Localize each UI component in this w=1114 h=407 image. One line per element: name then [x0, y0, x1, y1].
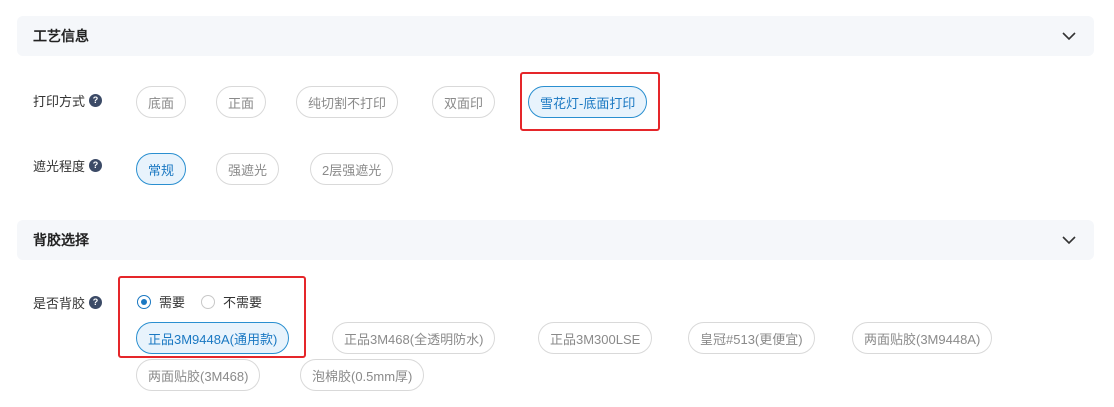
print-option-front[interactable]: 正面 [216, 86, 267, 118]
adhesive-label-text: 是否背胶 [33, 296, 86, 311]
section-title: 背胶选择 [33, 232, 89, 248]
radio-checked-icon[interactable] [137, 294, 151, 309]
shading-option-normal[interactable]: 常规 [136, 153, 187, 185]
radio-need[interactable]: 需要 [137, 292, 185, 311]
help-icon[interactable]: ? [89, 159, 103, 172]
shading-option-double-strong[interactable]: 2层强遮光 [310, 153, 394, 185]
adhesive-option-double-3m468[interactable]: 两面贴胶(3M468) [136, 359, 261, 391]
radio-not-need[interactable]: 不需要 [201, 292, 262, 311]
adhesive-row: 是否背胶 ? [33, 293, 136, 312]
adhesive-option-3m468[interactable]: 正品3M468(全透明防水) [332, 322, 496, 354]
chevron-down-icon[interactable] [1060, 27, 1078, 45]
print-option-snowflake[interactable]: 雪花灯-底面打印 [528, 86, 648, 118]
radio-not-need-label: 不需要 [223, 295, 263, 310]
shading-label: 遮光程度 ? [33, 156, 136, 175]
chevron-down-icon[interactable] [1060, 231, 1078, 249]
shading-row: 遮光程度 ? [33, 156, 136, 175]
radio-need-label: 需要 [159, 295, 186, 310]
adhesive-label: 是否背胶 ? [33, 293, 136, 312]
adhesive-option-3m300lse[interactable]: 正品3M300LSE [538, 322, 653, 354]
help-icon[interactable]: ? [89, 296, 103, 309]
print-mode-row: 打印方式 ? [33, 91, 136, 110]
print-option-bottom[interactable]: 底面 [136, 86, 187, 118]
adhesive-option-3m9448a[interactable]: 正品3M9448A(通用款) [136, 322, 290, 354]
section-title: 工艺信息 [33, 28, 89, 44]
craft-section-header[interactable]: 工艺信息 [17, 16, 1094, 56]
print-mode-label-text: 打印方式 [33, 94, 86, 109]
print-option-double[interactable]: 双面印 [432, 86, 496, 118]
adhesive-radio-group: 需要 不需要 [137, 292, 278, 311]
help-icon[interactable]: ? [89, 94, 103, 107]
adhesive-section-header[interactable]: 背胶选择 [17, 220, 1094, 260]
adhesive-option-foam[interactable]: 泡棉胶(0.5mm厚) [300, 359, 425, 391]
shading-label-text: 遮光程度 [33, 159, 86, 174]
print-mode-label: 打印方式 ? [33, 91, 136, 110]
radio-unchecked-icon[interactable] [201, 294, 216, 309]
adhesive-option-crown513[interactable]: 皇冠#513(更便宜) [688, 322, 815, 354]
print-option-cut-only[interactable]: 纯切割不打印 [296, 86, 399, 118]
shading-option-strong[interactable]: 强遮光 [216, 153, 280, 185]
adhesive-option-double-3m9448a[interactable]: 两面贴胶(3M9448A) [852, 322, 993, 354]
